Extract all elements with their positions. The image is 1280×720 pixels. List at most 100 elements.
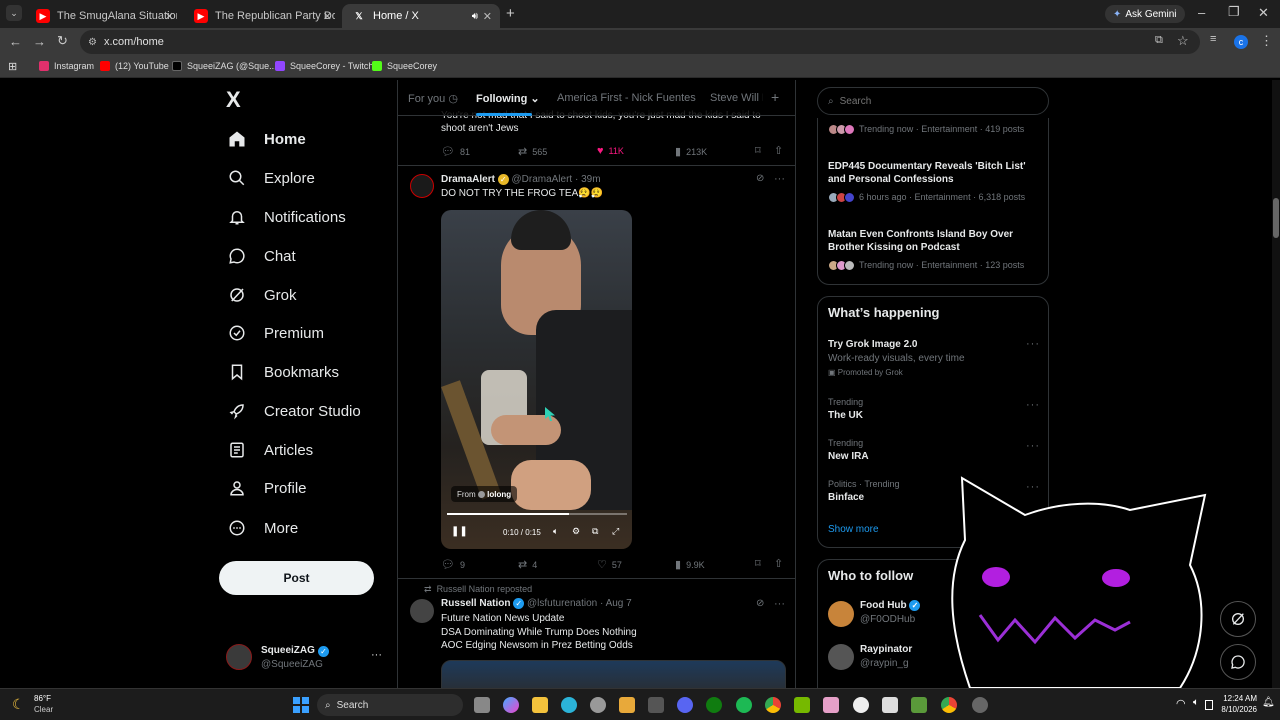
- promo-title[interactable]: Try Grok Image 2.0: [828, 339, 918, 350]
- follow-avatar[interactable]: [828, 601, 854, 627]
- add-tab-icon[interactable]: +: [771, 89, 779, 105]
- grok-analyze-icon[interactable]: ⊘: [756, 173, 764, 184]
- tab-list[interactable]: America First - Nick Fuentes: [557, 92, 696, 104]
- browser-tab[interactable]: ▶ The Republican Party Does Not ✕: [184, 4, 340, 28]
- close-tab-icon[interactable]: ✕: [165, 10, 174, 23]
- nav-chat[interactable]: Chat: [226, 244, 296, 268]
- xbox-icon[interactable]: [706, 697, 722, 713]
- author-handle[interactable]: @lsfuturenation: [527, 598, 597, 609]
- nav-premium[interactable]: Premium: [226, 321, 324, 345]
- pause-icon[interactable]: ❚❚: [451, 526, 468, 537]
- volume-icon[interactable]: 🔈︎: [1193, 697, 1199, 708]
- trend-more-icon[interactable]: ···: [1026, 399, 1040, 411]
- app-icon[interactable]: [882, 697, 898, 713]
- github-icon[interactable]: [853, 697, 869, 713]
- show-more-link[interactable]: Show more: [828, 524, 879, 535]
- tab-list[interactable]: Steve Will D: [710, 92, 763, 104]
- trend-title[interactable]: EDP445 Documentary Reveals 'Bitch List' …: [828, 160, 1026, 186]
- bookmark-button[interactable]: ⌑: [755, 557, 766, 570]
- nav-explore[interactable]: Explore: [226, 166, 315, 190]
- profile-avatar[interactable]: c: [1234, 35, 1248, 49]
- bookmark-youtube[interactable]: (12) YouTube: [100, 61, 169, 71]
- trend-title[interactable]: The UK: [828, 410, 863, 421]
- reload-icon[interactable]: ↻: [57, 33, 68, 49]
- site-info-icon[interactable]: ⚙: [88, 37, 97, 48]
- new-tab-button[interactable]: +: [506, 5, 515, 22]
- settings-icon[interactable]: [590, 697, 606, 713]
- author-name[interactable]: DramaAlert: [441, 174, 495, 185]
- account-switcher[interactable]: SqueeiZAG ✓ @SqueeiZAG ···: [226, 644, 386, 674]
- speaker-icon[interactable]: 🔊︎: [472, 11, 478, 22]
- author-name[interactable]: Russell Nation: [441, 598, 510, 609]
- chat-float-button[interactable]: [1220, 644, 1256, 680]
- share-button[interactable]: ⇧: [774, 557, 788, 570]
- bookmark-x-profile[interactable]: SqueeiZAG (@Sque...: [172, 61, 277, 71]
- chrome-icon[interactable]: [765, 697, 781, 713]
- bookmark-kick[interactable]: SqueeCorey: [372, 61, 437, 71]
- video-player[interactable]: From lolong ❚❚ 0:10 / 0:15 🔈︎ ⚙ ⧉ ⤢: [441, 210, 632, 549]
- install-app-icon[interactable]: ⧉: [1155, 34, 1163, 47]
- nav-articles[interactable]: Articles: [226, 438, 313, 462]
- restore-button[interactable]: ❐: [1228, 4, 1240, 20]
- notification-bell-icon[interactable]: 🔔︎: [1262, 697, 1275, 708]
- wifi-icon[interactable]: ◠: [1176, 697, 1186, 710]
- nav-grok[interactable]: Grok: [226, 283, 297, 307]
- tab-for-you[interactable]: For you ◷: [408, 92, 458, 105]
- grok-analyze-icon[interactable]: ⊘: [756, 598, 764, 609]
- post-media[interactable]: [441, 660, 786, 688]
- bookmark-button[interactable]: ⌑: [755, 144, 766, 157]
- scrollbar-thumb[interactable]: [1273, 198, 1279, 238]
- taskbar-search[interactable]: ⌕ Search: [317, 694, 463, 716]
- like-button[interactable]: ♡ 57: [597, 558, 622, 571]
- calculator-icon[interactable]: [648, 697, 664, 713]
- search-input[interactable]: [839, 95, 1020, 107]
- nav-profile[interactable]: Profile: [226, 476, 307, 500]
- spotify-icon[interactable]: [736, 697, 752, 713]
- reading-list-icon[interactable]: ≡: [1210, 33, 1216, 45]
- back-arrow-icon[interactable]: ←: [9, 34, 22, 49]
- bookmark-twitch[interactable]: SqueeCorey - Twitch: [275, 61, 373, 71]
- trend-more-icon[interactable]: ···: [1026, 338, 1040, 350]
- nav-bookmarks[interactable]: Bookmarks: [226, 360, 339, 384]
- nvidia-icon[interactable]: [794, 697, 810, 713]
- post-time[interactable]: · Aug 7: [600, 598, 632, 609]
- task-view-icon[interactable]: [474, 697, 490, 713]
- like-button[interactable]: ♥ 11K: [597, 145, 624, 157]
- url-field[interactable]: ⚙ x.com/home: [80, 30, 1200, 54]
- account-more-icon[interactable]: ···: [371, 649, 382, 661]
- browser-tab[interactable]: ▶ The SmugAlana Situation Just G ✕: [26, 4, 182, 28]
- start-button[interactable]: [293, 697, 309, 713]
- file-explorer-icon[interactable]: [532, 697, 548, 713]
- bookmark-star-icon[interactable]: ☆: [1177, 33, 1189, 49]
- share-button[interactable]: ⇧: [774, 144, 788, 157]
- bookmark-instagram[interactable]: Instagram: [39, 61, 94, 71]
- pip-icon[interactable]: ⧉: [592, 526, 598, 537]
- nav-more[interactable]: More: [226, 516, 298, 540]
- clock[interactable]: 12:24 AM 8/10/2026: [1213, 693, 1257, 715]
- close-tab-icon[interactable]: ✕: [483, 10, 492, 23]
- nav-notifications[interactable]: Notifications: [226, 205, 346, 229]
- trend-title[interactable]: New IRA: [828, 451, 869, 462]
- x-logo[interactable]: X: [226, 87, 241, 113]
- post-time[interactable]: · 39m: [575, 174, 601, 185]
- reply-button[interactable]: 💬︎ 81: [441, 145, 470, 158]
- follow-name[interactable]: Food Hub ✓: [860, 600, 921, 611]
- post-more-icon[interactable]: ···: [774, 598, 785, 610]
- trend-title[interactable]: Matan Even Confronts Island Boy Over Bro…: [828, 228, 1013, 254]
- chrome-icon[interactable]: [941, 697, 957, 713]
- volume-icon[interactable]: 🔈︎: [553, 526, 558, 537]
- discord-icon[interactable]: [677, 697, 693, 713]
- views-button[interactable]: ▮ 213K: [675, 145, 707, 158]
- nav-creator-studio[interactable]: Creator Studio: [226, 399, 361, 423]
- video-progress-track[interactable]: [447, 513, 627, 515]
- trend-more-icon[interactable]: ···: [1026, 440, 1040, 452]
- trend-item[interactable]: Trending now · Entertainment · 419 posts: [828, 124, 1024, 136]
- copilot-icon[interactable]: [503, 697, 519, 713]
- post-avatar[interactable]: [410, 599, 434, 623]
- ask-gemini-button[interactable]: ✦ Ask Gemini: [1105, 5, 1185, 23]
- author-handle[interactable]: @DramaAlert: [511, 174, 572, 185]
- post-more-icon[interactable]: ···: [774, 173, 785, 185]
- apps-grid-icon[interactable]: ⊞: [8, 60, 17, 73]
- page-scrollbar[interactable]: [1272, 80, 1280, 688]
- grok-float-button[interactable]: [1220, 601, 1256, 637]
